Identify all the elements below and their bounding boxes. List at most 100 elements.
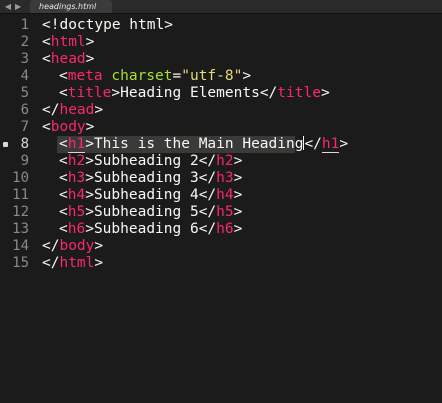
editor-window: ◀ ▶ headings.html 1 <!doctype html> 2 <h… bbox=[0, 0, 442, 403]
line-number: 6 bbox=[20, 102, 29, 118]
tag-name: h5 bbox=[67, 204, 86, 220]
line-code: <!doctype html> bbox=[42, 17, 173, 34]
element-text: Subheading 3 bbox=[93, 170, 199, 186]
code-line[interactable]: 9 <h2>Subheading 2</h2> bbox=[0, 153, 442, 170]
element-text: Subheading 4 bbox=[93, 187, 199, 203]
tag-name: h2 bbox=[67, 153, 86, 169]
element-text: Heading Elements bbox=[120, 85, 260, 101]
tag-bracket: > bbox=[85, 136, 94, 152]
tag-bracket: > bbox=[233, 153, 243, 169]
tag-name: h4 bbox=[67, 187, 86, 203]
tag-bracket: > bbox=[339, 136, 349, 152]
tag-name: body bbox=[59, 238, 95, 254]
code-editor[interactable]: 1 <!doctype html> 2 <html> 3 <head> 4 <m… bbox=[0, 14, 442, 403]
tag-bracket: </ bbox=[198, 204, 217, 220]
code-line[interactable]: 7 <body> bbox=[0, 119, 442, 136]
line-number: 2 bbox=[20, 34, 29, 50]
tag-name: h6 bbox=[216, 221, 234, 237]
tag-bracket: </ bbox=[198, 170, 217, 186]
code-line-current[interactable]: 8 <h1>This is the Main Heading</h1> bbox=[0, 136, 442, 153]
line-code: <html> bbox=[42, 34, 94, 51]
tag-bracket: </ bbox=[198, 221, 217, 237]
tab-headings-html[interactable]: headings.html bbox=[30, 0, 112, 13]
tag-name: h2 bbox=[216, 153, 234, 169]
line-code: <h3>Subheading 3</h3> bbox=[59, 170, 242, 187]
line-number: 5 bbox=[20, 85, 29, 101]
tag-bracket: </ bbox=[259, 85, 278, 101]
tag-name: body bbox=[50, 119, 86, 135]
code-line[interactable]: 11 <h4>Subheading 4</h4> bbox=[0, 187, 442, 204]
tag-name: meta bbox=[67, 68, 103, 84]
code-line[interactable]: 13 <h6>Subheading 6</h6> bbox=[0, 221, 442, 238]
tag-bracket: > bbox=[85, 119, 95, 135]
tag-bracket: < bbox=[59, 204, 68, 220]
tag-bracket: > bbox=[85, 34, 95, 50]
tab-label: headings.html bbox=[39, 2, 97, 11]
code-line[interactable]: 1 <!doctype html> bbox=[0, 17, 442, 34]
line-code: <h5>Subheading 5</h5> bbox=[59, 204, 242, 221]
tag-name: h3 bbox=[216, 170, 234, 186]
line-code: <h2>Subheading 2</h2> bbox=[59, 153, 242, 170]
tag-bracket: < bbox=[59, 68, 68, 84]
element-text: Subheading 5 bbox=[93, 204, 199, 220]
line-code: </head> bbox=[42, 102, 103, 119]
tag-name: title bbox=[277, 85, 321, 101]
tag-name: h3 bbox=[67, 170, 86, 186]
line-number: 7 bbox=[20, 119, 29, 135]
code-line[interactable]: 5 <title>Heading Elements</title> bbox=[0, 85, 442, 102]
code-line[interactable]: 12 <h5>Subheading 5</h5> bbox=[0, 204, 442, 221]
tag-bracket: > bbox=[94, 238, 104, 254]
tag-bracket: > bbox=[94, 255, 104, 271]
line-code: <meta charset="utf-8"> bbox=[59, 68, 251, 85]
tag-bracket: </ bbox=[42, 238, 60, 254]
code-line[interactable]: 15 </html> bbox=[0, 255, 442, 272]
right-arrow-icon[interactable]: ▶ bbox=[15, 2, 21, 11]
attribute-name: charset bbox=[111, 68, 173, 84]
code-line[interactable]: 6 </head> bbox=[0, 102, 442, 119]
tag-name: h6 bbox=[67, 221, 86, 237]
tag-name: h1 bbox=[321, 136, 340, 153]
tag-bracket: </ bbox=[42, 102, 60, 118]
line-code: <h4>Subheading 4</h4> bbox=[59, 187, 242, 204]
line-code: </body> bbox=[42, 238, 103, 255]
left-arrow-icon[interactable]: ◀ bbox=[5, 2, 11, 11]
code-line[interactable]: 2 <html> bbox=[0, 34, 442, 51]
line-number: 9 bbox=[20, 153, 29, 169]
tag-bracket: </ bbox=[42, 255, 60, 271]
tag-bracket: > bbox=[111, 85, 121, 101]
line-number: 10 bbox=[12, 170, 29, 186]
tag-name: head bbox=[59, 102, 95, 118]
tag-bracket: > bbox=[242, 68, 252, 84]
tag-bracket: < bbox=[42, 51, 51, 67]
element-text: Subheading 6 bbox=[93, 221, 199, 237]
tag-bracket: > bbox=[233, 170, 243, 186]
line-number: 8 bbox=[20, 136, 29, 152]
code-line[interactable]: 4 <meta charset="utf-8"> bbox=[0, 68, 442, 85]
tag-bracket: > bbox=[233, 204, 243, 220]
tag-bracket: </ bbox=[198, 153, 217, 169]
code-line[interactable]: 14 </body> bbox=[0, 238, 442, 255]
tag-bracket: < bbox=[42, 34, 51, 50]
tab-navigation: ◀ ▶ bbox=[0, 0, 26, 13]
tag-bracket: </ bbox=[198, 187, 217, 203]
line-code: </html> bbox=[42, 255, 103, 272]
element-text: Subheading 2 bbox=[93, 153, 199, 169]
tag-name: h5 bbox=[216, 204, 234, 220]
line-code: <h6>Subheading 6</h6> bbox=[59, 221, 242, 238]
tag-bracket: > bbox=[233, 221, 243, 237]
tag-bracket: > bbox=[320, 85, 330, 101]
tag-bracket: </ bbox=[304, 136, 322, 152]
tab-bar: ◀ ▶ headings.html bbox=[0, 0, 442, 14]
tag-bracket: < bbox=[42, 119, 51, 135]
line-number: 14 bbox=[12, 238, 29, 254]
tag-bracket: > bbox=[233, 187, 243, 203]
doctype-text: <!doctype html> bbox=[42, 17, 173, 33]
code-line[interactable]: 10 <h3>Subheading 3</h3> bbox=[0, 170, 442, 187]
element-text: This is the Main Heading bbox=[93, 136, 304, 152]
code-line[interactable]: 3 <head> bbox=[0, 51, 442, 68]
line-number: 15 bbox=[12, 255, 29, 271]
tag-bracket: > bbox=[85, 51, 95, 67]
tag-name: h4 bbox=[216, 187, 234, 203]
line-code: <title>Heading Elements</title> bbox=[59, 85, 330, 102]
line-number: 3 bbox=[20, 51, 29, 67]
